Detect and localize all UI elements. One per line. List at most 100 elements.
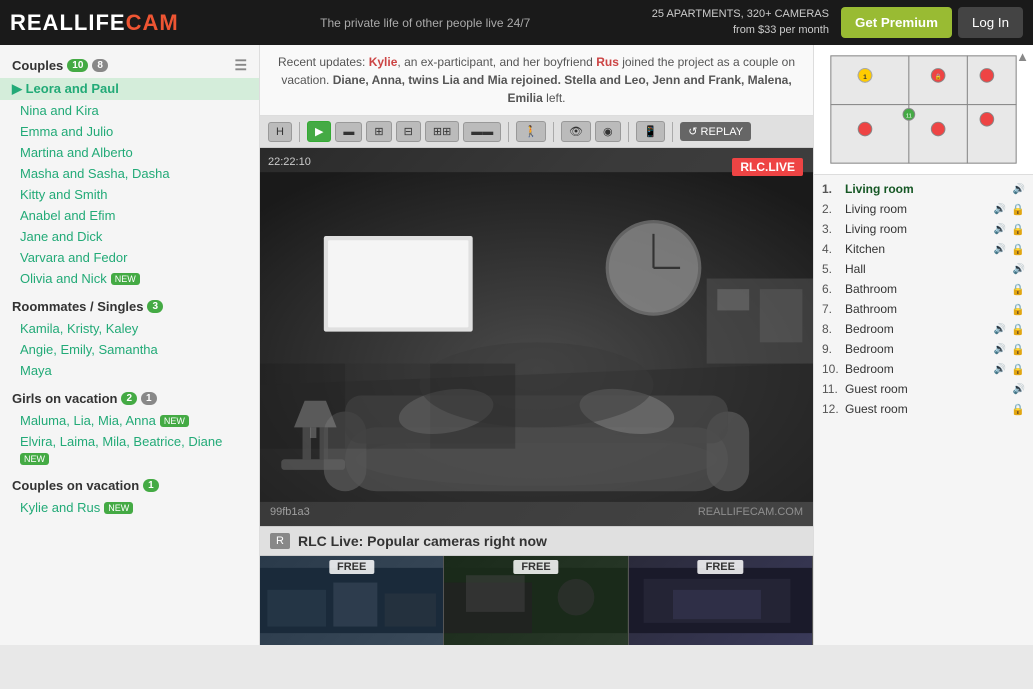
thumbnail-2[interactable]: FREE (444, 556, 628, 645)
camera-list: 1. Living room 🔊 2. Living room 🔊 🔒 3. L… (814, 175, 1033, 423)
toolbar-sep3 (553, 122, 554, 142)
toolbar-play-btn[interactable]: ▶ (307, 121, 331, 142)
settings-icon[interactable]: ☰ (234, 57, 247, 74)
roommates-badge: 3 (147, 300, 163, 313)
couples-label: Couples (12, 58, 63, 73)
sidebar-item-jane-dick[interactable]: Jane and Dick (0, 226, 259, 247)
video-timestamp: 22:22:10 (268, 156, 311, 168)
lock-icon-6: 🔒 (1011, 283, 1025, 296)
sidebar-item-leora-paul[interactable]: ▶ Leora and Paul (0, 78, 259, 100)
thumb-free-badge-1: FREE (329, 560, 374, 574)
svg-text:11: 11 (906, 113, 912, 119)
main-area: Couples 10 8 ☰ ▶ Leora and Paul Nina and… (0, 45, 1033, 645)
couples-vacation-badge: 1 (143, 479, 159, 492)
video-player[interactable]: 22:22:10 RLC.LIVE REALLIFECAM.COM 99fb1a… (260, 148, 813, 526)
sidebar-item-varvara-fedor[interactable]: Varvara and Fedor (0, 247, 259, 268)
notice-bar: Recent updates: Kylie, an ex-participant… (260, 45, 813, 116)
sidebar-item-martina-alberto[interactable]: Martina and Alberto (0, 142, 259, 163)
stats: 25 APARTMENTS, 320+ CAMERAS from $33 per… (652, 7, 829, 38)
toolbar-layout4-btn[interactable]: ⊞⊞ (425, 121, 459, 142)
couples-vacation-section-header: Couples on vacation 1 (0, 474, 259, 497)
couples-badge-total: 8 (92, 59, 108, 72)
camera-item-2[interactable]: 2. Living room 🔊 🔒 (814, 199, 1033, 219)
toolbar-figure-btn[interactable]: 🚶 (516, 121, 546, 142)
tagline: The private life of other people live 24… (199, 16, 652, 30)
girls-badge1: 2 (121, 392, 137, 405)
camera-item-3[interactable]: 3. Living room 🔊 🔒 (814, 219, 1033, 239)
camera-item-5[interactable]: 5. Hall 🔊 (814, 259, 1033, 279)
video-area: 22:22:10 RLC.LIVE REALLIFECAM.COM 99fb1a… (260, 148, 813, 526)
thumbnails-row: FREE FREE FREE (260, 555, 813, 645)
thumb-free-badge-2: FREE (513, 560, 558, 574)
camera-item-7[interactable]: 7. Bathroom 🔒 (814, 299, 1033, 319)
logo-cam: CAM (126, 10, 179, 35)
sidebar-item-anabel-efim[interactable]: Anabel and Efim (0, 205, 259, 226)
sidebar-item-kitty-smith[interactable]: Kitty and Smith (0, 184, 259, 205)
video-id: 99fb1a3 (270, 506, 310, 518)
camera-item-1[interactable]: 1. Living room 🔊 (814, 179, 1033, 199)
toolbar-layout3-btn[interactable]: ⊟ (396, 121, 421, 142)
sound-icon-5: 🔊 (1013, 264, 1025, 275)
sound-icon-10: 🔊 (994, 364, 1006, 375)
sidebar-item-kylie-rus[interactable]: Kylie and Rus NEW (0, 497, 259, 518)
expand-icon[interactable]: ▲ (1016, 49, 1029, 64)
notice-rus-link[interactable]: Rus (596, 55, 619, 69)
new-badge-maluma: NEW (160, 415, 189, 427)
svg-text:🔒: 🔒 (934, 73, 941, 80)
camera-item-4[interactable]: 4. Kitchen 🔊 🔒 (814, 239, 1033, 259)
toolbar-sep2 (508, 122, 509, 142)
toolbar-sep1 (299, 122, 300, 142)
camera-item-12[interactable]: 12. Guest room 🔒 (814, 399, 1033, 419)
content-area: Recent updates: Kylie, an ex-participant… (260, 45, 813, 645)
toolbar-sep5 (672, 122, 673, 142)
new-badge-elvira: NEW (20, 453, 49, 465)
thumbnail-1[interactable]: FREE (260, 556, 444, 645)
sidebar-item-angie[interactable]: Angie, Emily, Samantha (0, 339, 259, 360)
toolbar-replay-btn[interactable]: ↺ REPLAY (680, 122, 751, 141)
toolbar-layout5-btn[interactable]: ▬▬ (463, 122, 501, 142)
sidebar: Couples 10 8 ☰ ▶ Leora and Paul Nina and… (0, 45, 260, 645)
camera-item-6[interactable]: 6. Bathroom 🔒 (814, 279, 1033, 299)
sidebar-item-olivia-nick[interactable]: Olivia and Nick NEW (0, 268, 259, 289)
popular-cameras-title: RLC Live: Popular cameras right now (298, 533, 547, 549)
sound-icon-1: 🔊 (1013, 184, 1025, 195)
toolbar-cam-btn[interactable]: ◉ (595, 121, 621, 142)
sidebar-item-masha-sasha[interactable]: Masha and Sasha, Dasha (0, 163, 259, 184)
camera-item-11[interactable]: 11. Guest room 🔊 (814, 379, 1033, 399)
toolbar-mobile-btn[interactable]: 📱 (636, 121, 666, 142)
floor-plan: ▲ 1 🔒 (814, 45, 1033, 175)
lock-icon-3: 🔒 (1011, 223, 1025, 236)
toolbar-layout1-btn[interactable]: ▬ (335, 122, 362, 142)
sidebar-item-kamila[interactable]: Kamila, Kristy, Kaley (0, 318, 259, 339)
login-button[interactable]: Log In (958, 7, 1023, 38)
new-badge-kylie: NEW (104, 502, 133, 514)
camera-item-9[interactable]: 9. Bedroom 🔊 🔒 (814, 339, 1033, 359)
video-watermark: REALLIFECAM.COM (698, 506, 803, 518)
sound-icon-11: 🔊 (1013, 384, 1025, 395)
sidebar-item-elvira[interactable]: Elvira, Laima, Mila, Beatrice, Diane NEW (0, 431, 259, 468)
sidebar-item-nina-kira[interactable]: Nina and Kira (0, 100, 259, 121)
camera-item-8[interactable]: 8. Bedroom 🔊 🔒 (814, 319, 1033, 339)
couples-badge-online: 10 (67, 59, 88, 72)
svg-text:1: 1 (863, 74, 867, 81)
video-toolbar: H ▶ ▬ ⊞ ⊟ ⊞⊞ ▬▬ 🚶 👁 ◉ 📱 ↺ REPLAY (260, 116, 813, 148)
sidebar-item-emma-julio[interactable]: Emma and Julio (0, 121, 259, 142)
sidebar-item-maluma[interactable]: Maluma, Lia, Mia, Anna NEW (0, 410, 259, 431)
girls-vacation-label: Girls on vacation (12, 391, 117, 406)
sound-icon-9: 🔊 (994, 344, 1006, 355)
get-premium-button[interactable]: Get Premium (841, 7, 952, 38)
header: REALLIFECAM The private life of other pe… (0, 0, 1033, 45)
live-badge: RLC.LIVE (732, 158, 803, 176)
girls-badge2: 1 (141, 392, 157, 405)
toolbar-eye-btn[interactable]: 👁 (561, 121, 591, 142)
girls-vacation-section-header: Girls on vacation 2 1 (0, 387, 259, 410)
thumbnail-3[interactable]: FREE (629, 556, 813, 645)
sidebar-item-maya[interactable]: Maya (0, 360, 259, 381)
toolbar-layout2-btn[interactable]: ⊞ (366, 121, 391, 142)
couples-vacation-label: Couples on vacation (12, 478, 139, 493)
notice-kylie-link[interactable]: Kylie (369, 55, 398, 69)
sound-icon-8: 🔊 (994, 324, 1006, 335)
lock-icon-9: 🔒 (1011, 343, 1025, 356)
toolbar-hd-btn[interactable]: H (268, 122, 292, 142)
camera-item-10[interactable]: 10. Bedroom 🔊 🔒 (814, 359, 1033, 379)
